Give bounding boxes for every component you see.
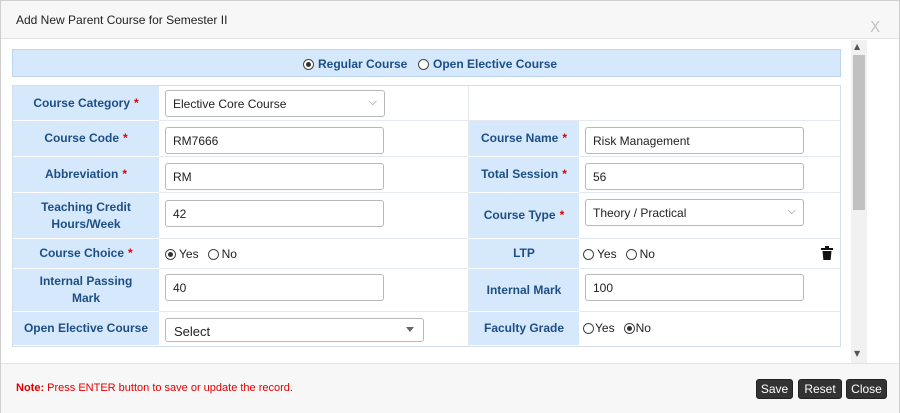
- dialog-footer: Note: Press ENTER button to save or upda…: [1, 363, 899, 413]
- course-code-label-text: Course Code: [44, 131, 119, 145]
- radio-indicator: [303, 58, 314, 70]
- radio-indicator: [418, 58, 429, 70]
- internal-mark-input[interactable]: 100: [585, 274, 804, 301]
- regular-course-label: Regular Course: [318, 57, 408, 71]
- course-choice-label: Course Choice *: [13, 239, 159, 269]
- required-marker: *: [559, 208, 565, 222]
- required-marker: *: [123, 131, 128, 145]
- internal-passing-label: Internal Passing Mark: [13, 269, 159, 312]
- caret-down-icon: [406, 327, 414, 332]
- note-prefix: Note:: [16, 382, 45, 394]
- option-label: No: [639, 247, 655, 261]
- vertical-scrollbar[interactable]: ▲ ▼: [851, 40, 867, 363]
- required-marker: *: [134, 95, 139, 110]
- note-text: Press ENTER button to save or update the…: [44, 382, 293, 394]
- option-label: Yes: [179, 247, 199, 261]
- teaching-credit-input[interactable]: 42: [165, 200, 384, 227]
- radio-indicator: [623, 322, 635, 334]
- chevron-down-icon: ⌵: [787, 204, 796, 217]
- ltp-no-radio[interactable]: No: [625, 247, 655, 261]
- dialog-title: Add New Parent Course for Semester II: [16, 13, 228, 27]
- course-name-label: Course Name *: [469, 121, 579, 157]
- ltp-radio-group: Yes No: [583, 247, 664, 261]
- save-hint-note: Note: Press ENTER button to save or upda…: [16, 382, 293, 394]
- required-marker: *: [128, 246, 133, 260]
- required-marker: *: [562, 131, 568, 145]
- total-session-label: Total Session *: [469, 157, 579, 193]
- open-elective-course-value: Select: [174, 324, 211, 339]
- option-label: Yes: [595, 321, 615, 335]
- course-category-select[interactable]: Elective Core Course ⌵: [165, 90, 385, 117]
- course-choice-label-text: Course Choice: [39, 246, 124, 260]
- course-type-value: Theory / Practical: [593, 206, 687, 220]
- radio-indicator: [583, 248, 594, 260]
- course-type-select[interactable]: Theory / Practical ⌵: [585, 199, 804, 226]
- course-name-label-text: Course Name: [480, 131, 559, 145]
- course-type-label: Course Type *: [469, 193, 579, 239]
- course-code-input[interactable]: RM7666: [165, 127, 384, 154]
- radio-indicator: [207, 248, 219, 260]
- radio-indicator: [625, 248, 637, 260]
- chevron-down-icon[interactable]: ▼: [854, 349, 860, 358]
- faculty-grade-no-radio[interactable]: No: [623, 321, 651, 335]
- course-choice-no-radio[interactable]: No: [207, 247, 237, 261]
- scrollbar-thumb[interactable]: [853, 55, 865, 210]
- radio-indicator: [165, 248, 176, 260]
- open-elective-course-select[interactable]: Select: [165, 318, 424, 342]
- course-category-label: Course Category *: [13, 86, 159, 121]
- add-course-dialog: Add New Parent Course for Semester II X …: [0, 0, 900, 413]
- dialog-body: Regular Course Open Elective Course Cour…: [1, 40, 851, 363]
- option-label: No: [221, 247, 237, 261]
- course-type-selector: Regular Course Open Elective Course: [12, 49, 841, 77]
- option-label: No: [635, 321, 651, 335]
- radio-indicator: [583, 322, 594, 334]
- faculty-grade-yes-radio[interactable]: Yes: [583, 321, 615, 335]
- ltp-label: LTP: [469, 239, 579, 269]
- teaching-credit-label: Teaching Credit Hours/Week: [13, 193, 159, 239]
- course-type-label-text: Course Type: [483, 208, 556, 222]
- dialog-titlebar: Add New Parent Course for Semester II X: [1, 1, 899, 39]
- abbreviation-label: Abbreviation *: [13, 157, 159, 193]
- course-code-label: Course Code *: [13, 121, 159, 157]
- required-marker: *: [122, 167, 127, 181]
- course-category-label-text: Course Category: [33, 95, 131, 110]
- open-elective-course-label: Open Elective Course: [433, 57, 558, 71]
- abbreviation-label-text: Abbreviation: [44, 167, 119, 181]
- required-marker: *: [562, 167, 567, 181]
- save-button[interactable]: Save: [756, 379, 793, 399]
- open-elective-course-label: Open Elective Course: [13, 312, 159, 346]
- trash-icon[interactable]: [821, 246, 833, 260]
- ltp-yes-radio[interactable]: Yes: [583, 247, 617, 261]
- internal-mark-label: Internal Mark: [469, 269, 579, 312]
- course-choice-yes-radio[interactable]: Yes: [165, 247, 199, 261]
- chevron-up-icon[interactable]: ▲: [854, 42, 860, 51]
- course-form: Course Category * Elective Core Course ⌵ …: [12, 85, 841, 347]
- internal-passing-input[interactable]: 40: [165, 274, 384, 301]
- total-session-input[interactable]: 56: [585, 163, 804, 190]
- total-session-label-text: Total Session: [481, 167, 559, 181]
- option-label: Yes: [597, 247, 617, 261]
- close-button[interactable]: Close: [846, 379, 887, 399]
- regular-course-radio[interactable]: Regular Course: [303, 57, 407, 71]
- chevron-down-icon: ⌵: [368, 95, 377, 108]
- close-icon[interactable]: X: [870, 18, 880, 36]
- faculty-grade-radio-group: Yes No: [583, 321, 660, 335]
- course-choice-radio-group: Yes No: [165, 247, 246, 261]
- reset-button[interactable]: Reset: [798, 379, 842, 399]
- faculty-grade-label: Faculty Grade: [469, 312, 579, 346]
- open-elective-course-radio[interactable]: Open Elective Course: [418, 57, 557, 71]
- course-category-value: Elective Core Course: [173, 97, 287, 111]
- abbreviation-input[interactable]: RM: [165, 163, 384, 190]
- course-name-input[interactable]: Risk Management: [585, 127, 804, 154]
